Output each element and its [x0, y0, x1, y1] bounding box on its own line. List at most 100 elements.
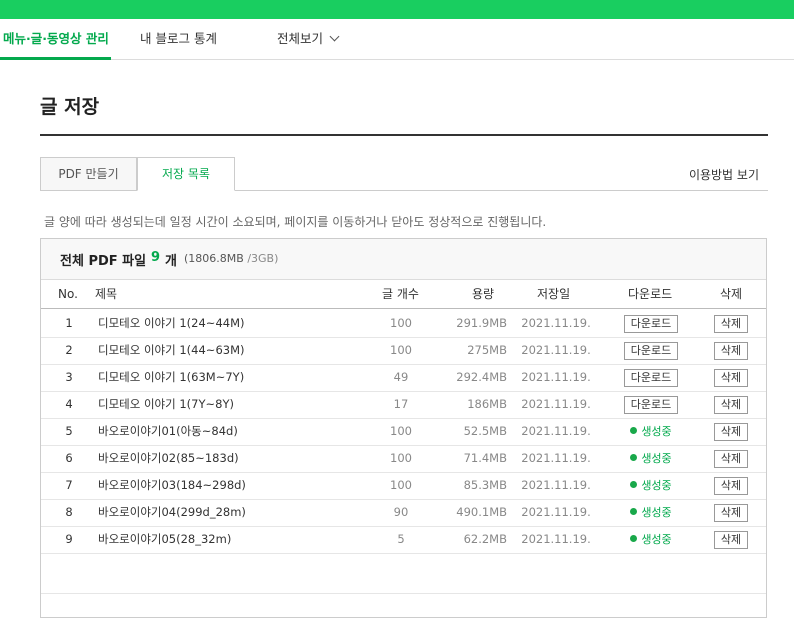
row-date: 2021.11.19. — [521, 478, 591, 492]
col-date: 저장일 — [537, 287, 571, 301]
row-post-count: 5 — [397, 532, 405, 546]
delete-button[interactable]: 삭제 — [713, 422, 749, 441]
row-date: 2021.11.19. — [521, 397, 591, 411]
row-date: 2021.11.19. — [521, 370, 591, 384]
status-dot-icon — [630, 454, 638, 461]
table-row: 5 바오로이야기01(아동~84d) 100 52.5MB 2021.11.19. 생성중… — [41, 418, 766, 446]
row-post-count: 49 — [393, 370, 409, 384]
download-button[interactable]: 다운로드 — [623, 368, 679, 387]
page-title: 글 저장 — [40, 96, 100, 118]
nav-item-content-manage[interactable]: 메뉴·글·동영상 관리 — [3, 19, 109, 59]
nav-item-view-all[interactable]: 전체보기 — [277, 19, 340, 59]
row-title: 바오로이야기04(299d_28m) — [98, 505, 246, 519]
top-green-bar — [0, 0, 794, 19]
chevron-down-icon — [329, 31, 340, 42]
row-number: 5 — [65, 424, 73, 438]
row-title: 바오로이야기02(85~183d) — [98, 451, 239, 465]
status-dot-icon — [630, 427, 638, 434]
nav-active-underline — [0, 57, 111, 60]
row-number: 9 — [65, 532, 73, 546]
row-size: 85.3MB — [463, 478, 507, 492]
row-post-count: 17 — [393, 397, 409, 411]
row-size: 186MB — [467, 397, 507, 411]
row-date: 2021.11.19. — [521, 505, 591, 519]
row-delete-cell: 삭제 — [711, 337, 751, 364]
table-row: 3 디모테오 이야기 1(63M~7Y) 49 292.4MB 2021.11.19. 다… — [41, 364, 766, 392]
pdf-list-panel: 전체 PDF 파일 9 개 (1806.8MB /3GB) No. 제목 글 개… — [40, 238, 767, 618]
summary-unit: 개 — [165, 254, 177, 269]
row-size: 490.1MB — [456, 505, 507, 519]
row-number: 1 — [65, 316, 73, 330]
col-download: 다운로드 — [628, 287, 673, 301]
top-nav: 메뉴·글·동영상 관리 내 블로그 통계 전체보기 — [0, 19, 794, 60]
row-post-count: 100 — [390, 424, 412, 438]
delete-button[interactable]: 삭제 — [713, 341, 749, 360]
delete-button[interactable]: 삭제 — [713, 530, 749, 549]
row-size: 71.4MB — [463, 451, 507, 465]
status-dot-icon — [630, 508, 638, 515]
row-size: 292.4MB — [456, 370, 507, 384]
col-count: 글 개수 — [382, 287, 419, 301]
download-button[interactable]: 다운로드 — [623, 341, 679, 360]
row-date: 2021.11.19. — [521, 451, 591, 465]
row-number: 7 — [65, 478, 73, 492]
delete-button[interactable]: 삭제 — [713, 314, 749, 333]
tab-saved-list[interactable]: 저장 목록 — [137, 157, 235, 191]
status-generating: 생성중 — [630, 533, 672, 546]
row-title: 디모테오 이야기 1(7Y~8Y) — [98, 397, 234, 411]
row-download-cell: 생성중 — [611, 418, 691, 445]
row-title: 바오로이야기03(184~298d) — [98, 478, 246, 492]
summary-count: 9 — [151, 250, 161, 265]
table-row: 2 디모테오 이야기 1(44~63M) 100 275MB 2021.11.19. 다운… — [41, 337, 766, 365]
row-date: 2021.11.19. — [521, 424, 591, 438]
row-size: 62.2MB — [463, 532, 507, 546]
row-download-cell: 생성중 — [611, 472, 691, 499]
row-download-cell: 다운로드 — [611, 310, 691, 337]
summary-size-total: /3GB) — [247, 252, 279, 265]
download-button[interactable]: 다운로드 — [623, 395, 679, 414]
row-download-cell: 다운로드 — [611, 391, 691, 418]
row-date: 2021.11.19. — [521, 532, 591, 546]
row-date: 2021.11.19. — [521, 343, 591, 357]
row-download-cell: 다운로드 — [611, 364, 691, 391]
col-delete: 삭제 — [720, 287, 743, 301]
delete-button[interactable]: 삭제 — [713, 368, 749, 387]
row-size: 275MB — [467, 343, 507, 357]
col-title: 제목 — [95, 287, 118, 301]
table-header: No. 제목 글 개수 용량 저장일 다운로드 삭제 — [41, 280, 766, 309]
nav-item-blog-stats[interactable]: 내 블로그 통계 — [140, 19, 217, 59]
row-download-cell: 다운로드 — [611, 337, 691, 364]
status-generating: 생성중 — [630, 425, 672, 438]
row-delete-cell: 삭제 — [711, 472, 751, 499]
table-row: 9 바오로이야기05(28_32m) 5 62.2MB 2021.11.19. 생성중 삭제 — [41, 526, 766, 554]
row-number: 2 — [65, 343, 73, 357]
status-generating: 생성중 — [630, 506, 672, 519]
table-row: 4 디모테오 이야기 1(7Y~8Y) 17 186MB 2021.11.19. 다운로드… — [41, 391, 766, 419]
download-button[interactable]: 다운로드 — [623, 314, 679, 333]
delete-button[interactable]: 삭제 — [713, 503, 749, 522]
table-row: 6 바오로이야기02(85~183d) 100 71.4MB 2021.11.19. 생성… — [41, 445, 766, 473]
row-delete-cell: 삭제 — [711, 418, 751, 445]
table-row: 7 바오로이야기03(184~298d) 100 85.3MB 2021.11.19. 생… — [41, 472, 766, 500]
row-number: 8 — [65, 505, 73, 519]
summary-bar: 전체 PDF 파일 9 개 (1806.8MB /3GB) — [41, 239, 766, 280]
row-delete-cell: 삭제 — [711, 310, 751, 337]
row-title: 디모테오 이야기 1(44~63M) — [98, 343, 245, 357]
tab-make-pdf[interactable]: PDF 만들기 — [40, 157, 137, 190]
row-delete-cell: 삭제 — [711, 391, 751, 418]
row-delete-cell: 삭제 — [711, 364, 751, 391]
status-dot-icon — [630, 481, 638, 488]
delete-button[interactable]: 삭제 — [713, 476, 749, 495]
status-generating: 생성중 — [630, 452, 672, 465]
row-number: 3 — [65, 370, 73, 384]
status-generating: 생성중 — [630, 479, 672, 492]
delete-button[interactable]: 삭제 — [713, 449, 749, 468]
notice-text: 글 양에 따라 생성되는데 일정 시간이 소요되며, 페이지를 이동하거나 닫아… — [44, 215, 547, 229]
row-post-count: 100 — [390, 478, 412, 492]
help-link[interactable]: 이용방법 보기 — [689, 166, 759, 183]
col-no: No. — [58, 287, 78, 301]
row-post-count: 100 — [390, 343, 412, 357]
row-post-count: 100 — [390, 316, 412, 330]
delete-button[interactable]: 삭제 — [713, 395, 749, 414]
row-number: 4 — [65, 397, 73, 411]
